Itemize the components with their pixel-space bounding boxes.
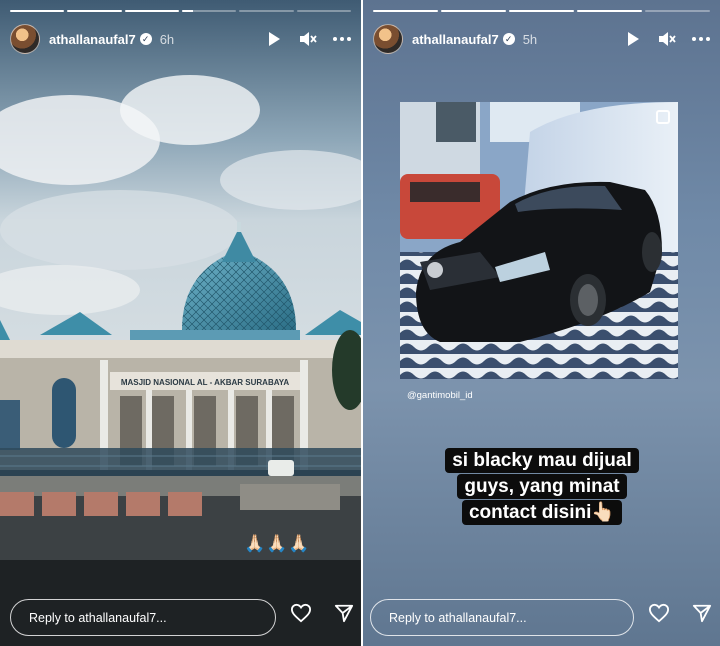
shared-post-image[interactable] bbox=[400, 102, 678, 379]
progress-segment bbox=[296, 10, 351, 12]
carousel-icon bbox=[656, 110, 670, 124]
mosque-sign-text: MASJID NASIONAL AL - AKBAR SURABAYA bbox=[121, 378, 290, 387]
heart-icon[interactable] bbox=[290, 603, 312, 628]
username[interactable]: athallanaufal7 bbox=[412, 32, 499, 47]
more-icon[interactable] bbox=[333, 30, 351, 48]
prayer-emoji: 🙏🏻🙏🏻🙏🏻 bbox=[244, 534, 311, 553]
progress-segment bbox=[239, 10, 294, 12]
avatar[interactable] bbox=[10, 24, 40, 54]
progress-segment bbox=[645, 10, 710, 12]
verified-icon: ✓ bbox=[139, 33, 152, 45]
progress-segment bbox=[124, 10, 179, 12]
progress-segment bbox=[10, 10, 65, 12]
progress-segment bbox=[181, 10, 237, 12]
progress-segment bbox=[441, 10, 506, 12]
post-time: 5h bbox=[522, 31, 538, 47]
mute-icon[interactable] bbox=[658, 30, 676, 48]
story-progress bbox=[10, 10, 351, 12]
verified-icon: ✓ bbox=[502, 33, 515, 45]
heart-icon[interactable] bbox=[648, 603, 670, 628]
progress-segment bbox=[577, 10, 642, 12]
story-caption: si blacky mau dijual guys, yang minat co… bbox=[437, 448, 647, 526]
story-header: athallanaufal7 ✓ 5h bbox=[373, 24, 710, 54]
avatar[interactable] bbox=[373, 24, 403, 54]
story-left[interactable]: MASJID NASIONAL AL - AKBAR SURABAYA atha… bbox=[0, 0, 361, 646]
post-time: 6h bbox=[159, 31, 175, 47]
username[interactable]: athallanaufal7 bbox=[49, 32, 136, 47]
send-icon[interactable] bbox=[692, 603, 712, 628]
caption-text: si blacky mau dijual guys, yang minat co… bbox=[445, 448, 639, 525]
reply-input[interactable]: Reply to athallanaufal7... bbox=[10, 599, 276, 636]
play-icon[interactable] bbox=[265, 30, 283, 48]
progress-segment bbox=[67, 10, 122, 12]
more-icon[interactable] bbox=[692, 30, 710, 48]
play-icon[interactable] bbox=[624, 30, 642, 48]
story-right[interactable]: athallanaufal7 ✓ 5h @gantimobil_id si bl… bbox=[363, 0, 720, 646]
reply-input[interactable]: Reply to athallanaufal7... bbox=[370, 599, 634, 636]
story-header: athallanaufal7 ✓ 6h bbox=[10, 24, 351, 54]
progress-segment bbox=[509, 10, 574, 12]
progress-segment bbox=[373, 10, 438, 12]
car-photo bbox=[400, 102, 678, 379]
post-handle[interactable]: @gantimobil_id bbox=[407, 390, 473, 401]
send-icon[interactable] bbox=[334, 603, 354, 628]
mute-icon[interactable] bbox=[299, 30, 317, 48]
story-progress bbox=[373, 10, 710, 12]
